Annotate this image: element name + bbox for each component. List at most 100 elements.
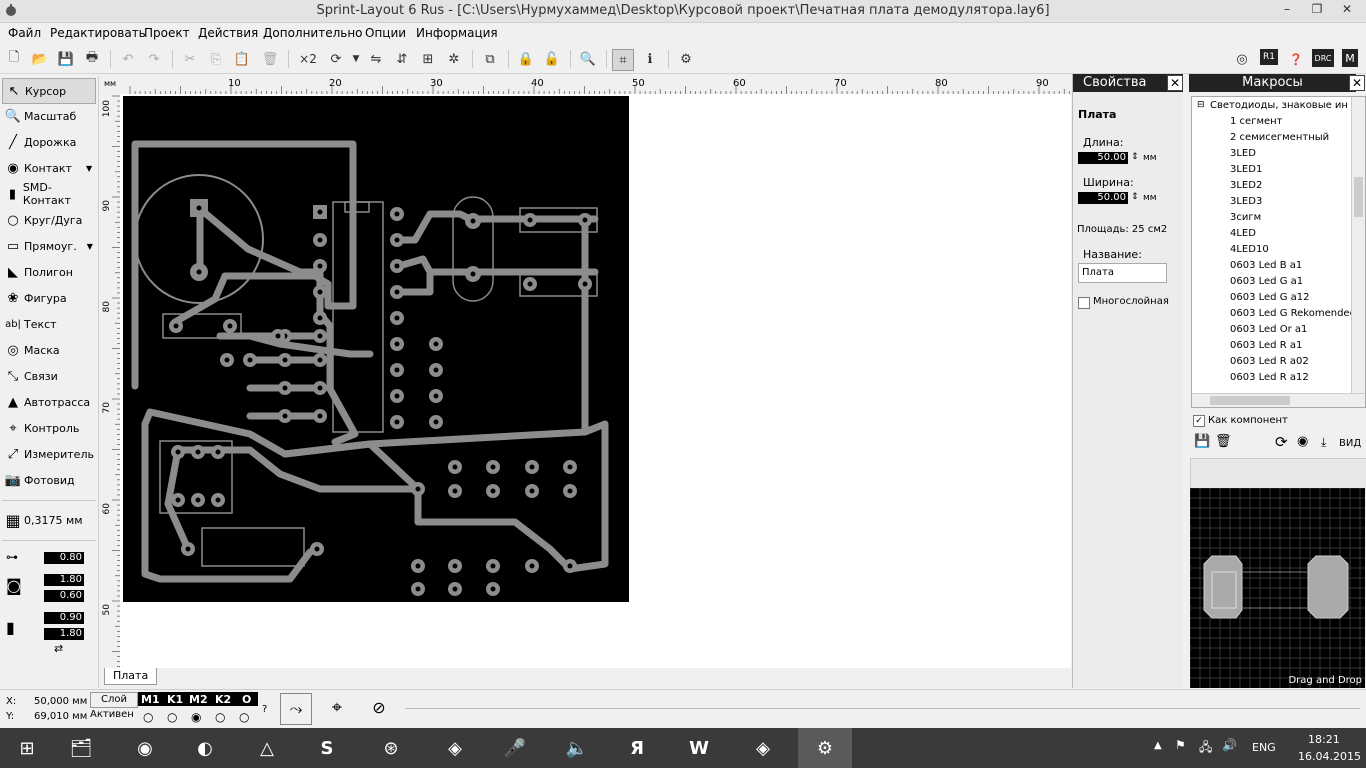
smd-width-field[interactable]: 0.90 — [44, 612, 84, 624]
macro-preview[interactable]: Drag and Drop — [1189, 487, 1365, 688]
layer-radio[interactable]: ○ — [239, 710, 249, 724]
duplicate-button[interactable]: ×2 — [296, 49, 320, 69]
scrollbar-thumb[interactable] — [1354, 177, 1363, 217]
horizontal-scrollbar[interactable] — [1192, 393, 1365, 407]
layer-radio[interactable]: ○ — [167, 710, 177, 724]
tool-autoroute[interactable]: ▲ Автотрасса — [2, 390, 96, 414]
app-triangle-icon[interactable]: △ — [240, 728, 294, 768]
open-folder-icon[interactable]: 📂 — [30, 49, 50, 69]
paste-icon[interactable]: 📋 — [232, 49, 252, 69]
save-icon[interactable]: 💾 — [1194, 434, 1210, 449]
file-explorer-icon[interactable]: 🗂 — [54, 728, 108, 768]
tool-figure[interactable]: ❀ Фигура — [2, 286, 96, 310]
macro-toggle-icon[interactable]: M — [1342, 49, 1358, 67]
group-icon[interactable]: ⧉ — [480, 49, 500, 69]
speaker-app-icon[interactable]: 🔈 — [550, 728, 604, 768]
tool-polygon[interactable]: ◣ Полигон — [2, 260, 96, 284]
drc-button[interactable]: DRC — [1312, 49, 1334, 67]
browser-icon[interactable]: ◈ — [428, 728, 482, 768]
layer-k2[interactable]: K2 — [215, 693, 231, 706]
view-label[interactable]: ВИД — [1339, 438, 1361, 449]
tool-track[interactable]: ╱ Дорожка — [2, 130, 96, 154]
align-icon[interactable]: ⊞ — [418, 49, 438, 69]
menu-edit[interactable]: Редактировать — [50, 26, 146, 40]
menu-info[interactable]: Информация — [416, 26, 498, 40]
rotate-icon[interactable]: ⟳ — [1275, 433, 1288, 451]
no-connect-icon[interactable]: ⊘ — [364, 693, 394, 723]
new-file-icon[interactable]: 🗋 — [4, 49, 24, 69]
word-icon[interactable]: W — [672, 728, 726, 768]
pcb-board[interactable] — [120, 94, 1071, 668]
pad-inner-field[interactable]: 0.60 — [44, 590, 84, 602]
width-field[interactable]: 50.00 — [1078, 192, 1128, 204]
smd-height-field[interactable]: 1.80 — [44, 628, 84, 640]
layer-m1[interactable]: M1 — [141, 693, 160, 706]
tool-control[interactable]: ⌖ Контроль — [2, 416, 96, 440]
macro-item[interactable]: 0603 Led G a1 — [1230, 276, 1303, 287]
pad-outer-field[interactable]: 1.80 — [44, 574, 84, 586]
layer-radio[interactable]: ○ — [143, 710, 153, 724]
as-component-checkbox[interactable]: ✓ — [1193, 415, 1205, 427]
gear-icon[interactable]: ⚙ — [676, 49, 696, 69]
name-field[interactable]: Плата — [1078, 263, 1167, 283]
clock-time[interactable]: 18:21 — [1308, 733, 1340, 746]
browser-2-icon[interactable]: ◈ — [736, 728, 790, 768]
delete-icon[interactable]: 🗑 — [260, 49, 280, 69]
macro-folder[interactable]: Светодиоды, знаковые ин — [1210, 100, 1348, 111]
collapse-icon[interactable]: ⊟ — [1197, 100, 1205, 110]
spin-icon[interactable]: ⇕ — [1131, 192, 1139, 202]
tray-chevron-icon[interactable]: ▲ — [1154, 740, 1162, 751]
swap-icon[interactable]: ⇄ — [54, 642, 63, 655]
length-field[interactable]: 50.00 — [1078, 152, 1128, 164]
network-icon[interactable]: 🖧 — [1199, 738, 1212, 759]
spin-icon[interactable]: ⇕ — [1131, 152, 1139, 162]
download-icon[interactable]: ⤓ — [1321, 435, 1326, 450]
macro-item[interactable]: 3LED2 — [1230, 180, 1262, 191]
info-icon[interactable]: ℹ — [640, 49, 660, 69]
zoom-icon[interactable]: 🔍 — [578, 49, 598, 69]
mirror-v-icon[interactable]: ⇵ — [392, 49, 412, 69]
sprint-layout-icon[interactable]: ⚙ — [798, 728, 852, 768]
tool-pad[interactable]: ◉ Контакт ▼ — [2, 156, 96, 180]
macro-item[interactable]: 0603 Led Or a1 — [1230, 324, 1307, 335]
crosshair-icon[interactable]: ⌖ — [322, 693, 352, 723]
tool-photo[interactable]: 📷 Фотовид — [2, 468, 96, 492]
grid-selector[interactable]: ▦ 0,3175 мм — [2, 508, 96, 532]
app-s-icon[interactable]: S — [300, 728, 354, 768]
tool-smd[interactable]: ▮ SMD-Контакт — [2, 181, 96, 207]
r1-button[interactable]: R1 — [1260, 49, 1278, 65]
tool-measure[interactable]: ⤢ Измеритель — [2, 442, 96, 466]
rotate-icon[interactable]: ⟳ — [326, 49, 346, 69]
macro-item[interactable]: 1 сегмент — [1230, 116, 1283, 127]
flag-icon[interactable]: ⚑ — [1175, 738, 1186, 752]
connect-tool-icon[interactable]: ⤳ — [280, 693, 312, 725]
mirror-h-icon[interactable]: ⇋ — [366, 49, 386, 69]
layout-canvas[interactable] — [120, 94, 1071, 668]
help-icon[interactable]: ❓ — [1286, 49, 1306, 69]
multilayer-checkbox[interactable] — [1078, 297, 1090, 309]
macro-item[interactable]: 0603 Led B a1 — [1230, 260, 1302, 271]
print-icon[interactable]: 🖶 — [82, 49, 102, 69]
macro-item[interactable]: 4LED — [1230, 228, 1256, 239]
macro-item[interactable]: 4LED10 — [1230, 244, 1269, 255]
layer-radio[interactable]: ○ — [215, 710, 225, 724]
tool-text[interactable]: ab| Текст — [2, 312, 96, 336]
track-width-field[interactable]: 0.80 — [44, 552, 84, 564]
tab-board[interactable]: Плата — [104, 668, 158, 685]
layer-m2[interactable]: M2 — [189, 693, 208, 706]
macro-item[interactable]: 0603 Led R a1 — [1230, 340, 1302, 351]
app-owl-icon[interactable]: ◉ — [118, 728, 172, 768]
snap-icon[interactable]: ✲ — [444, 49, 464, 69]
menu-file[interactable]: Файл — [8, 26, 41, 40]
tool-zoom[interactable]: 🔍 Масштаб — [2, 104, 96, 128]
windows-start-icon[interactable]: ⊞ — [0, 728, 54, 768]
menu-extra[interactable]: Дополнительно — [263, 26, 363, 40]
language-indicator[interactable]: ENG — [1252, 741, 1276, 754]
tool-rect[interactable]: ▭ Прямоуг. ▼ — [2, 234, 96, 258]
clock-date[interactable]: 16.04.2015 — [1298, 750, 1361, 763]
record-icon[interactable]: ◎ — [1232, 49, 1252, 69]
crop-icon[interactable]: ⌗ — [612, 49, 634, 71]
macro-tree[interactable]: ⊟ Светодиоды, знаковые ин 1 сегмент 2 сем… — [1191, 96, 1366, 408]
layer-k1[interactable]: K1 — [167, 693, 183, 706]
macro-item[interactable]: 0603 Led G a12 — [1230, 292, 1309, 303]
